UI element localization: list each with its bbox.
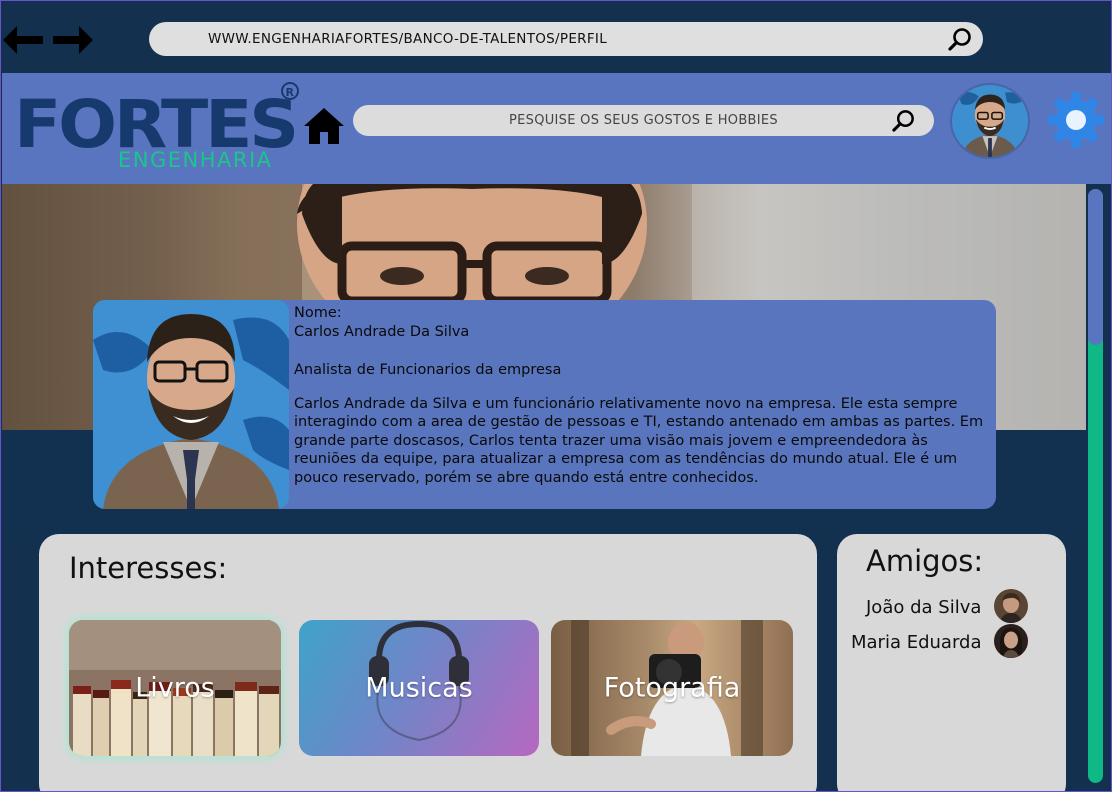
interests-panel: Interesses: Livros Musicas Fotografia	[39, 534, 817, 791]
scrollbar-thumb[interactable]	[1088, 189, 1103, 345]
profile-name: Carlos Andrade Da Silva	[294, 323, 470, 340]
friend-avatar[interactable]	[994, 589, 1028, 623]
interest-tile-music[interactable]: Musicas	[299, 620, 539, 756]
friend-avatar[interactable]	[994, 624, 1028, 658]
interest-tile-photography[interactable]: Fotografia	[551, 620, 793, 756]
profile-role: Analista de Funcionarios da empresa	[294, 362, 562, 378]
friend-name: João da Silva	[866, 597, 982, 618]
name-label: Nome:	[294, 305, 342, 321]
gear-icon[interactable]	[1046, 90, 1106, 150]
site-header: FORTES R ENGENHARIA PESQUISE OS SEUS GOS…	[2, 73, 1111, 184]
company-logo[interactable]: FORTES R ENGENHARIA	[14, 81, 304, 176]
search-icon[interactable]	[947, 26, 973, 52]
interest-label-books: Livros	[135, 672, 215, 704]
svg-text:ENGENHARIA: ENGENHARIA	[118, 148, 273, 172]
home-icon[interactable]	[303, 106, 345, 146]
app-window: WWW.ENGENHARIAFORTES/BANCO-DE-TALENTOS/P…	[0, 0, 1112, 792]
interest-tile-books[interactable]: Livros	[69, 620, 281, 756]
friends-title: Amigos:	[866, 544, 984, 578]
arrow-left-icon[interactable]	[3, 26, 43, 54]
profile-info: Nome: Carlos Andrade Da Silva Analista d…	[294, 304, 984, 487]
user-avatar[interactable]	[950, 83, 1030, 159]
profile-bio: Carlos Andrade da Silva e um funcionário…	[294, 395, 984, 486]
address-text: WWW.ENGENHARIAFORTES/BANCO-DE-TALENTOS/P…	[208, 31, 608, 47]
friends-panel: Amigos: João da Silva Maria Eduarda	[837, 534, 1066, 791]
profile-photo	[93, 300, 289, 509]
arrow-right-icon[interactable]	[53, 26, 93, 54]
hobbies-search-input[interactable]: PESQUISE OS SEUS GOSTOS E HOBBIES	[353, 105, 934, 136]
interest-label-photography: Fotografia	[603, 672, 741, 704]
friend-item[interactable]: Maria Eduarda	[837, 624, 1066, 658]
friend-name: Maria Eduarda	[851, 632, 982, 653]
interests-title: Interesses:	[69, 551, 228, 585]
search-placeholder: PESQUISE OS SEUS GOSTOS E HOBBIES	[509, 113, 778, 128]
friend-item[interactable]: João da Silva	[837, 589, 1066, 623]
svg-text:R: R	[286, 86, 295, 99]
interest-label-music: Musicas	[365, 672, 473, 704]
address-bar[interactable]: WWW.ENGENHARIAFORTES/BANCO-DE-TALENTOS/P…	[149, 22, 983, 56]
nav-arrows	[3, 26, 93, 54]
search-icon[interactable]	[891, 108, 916, 133]
